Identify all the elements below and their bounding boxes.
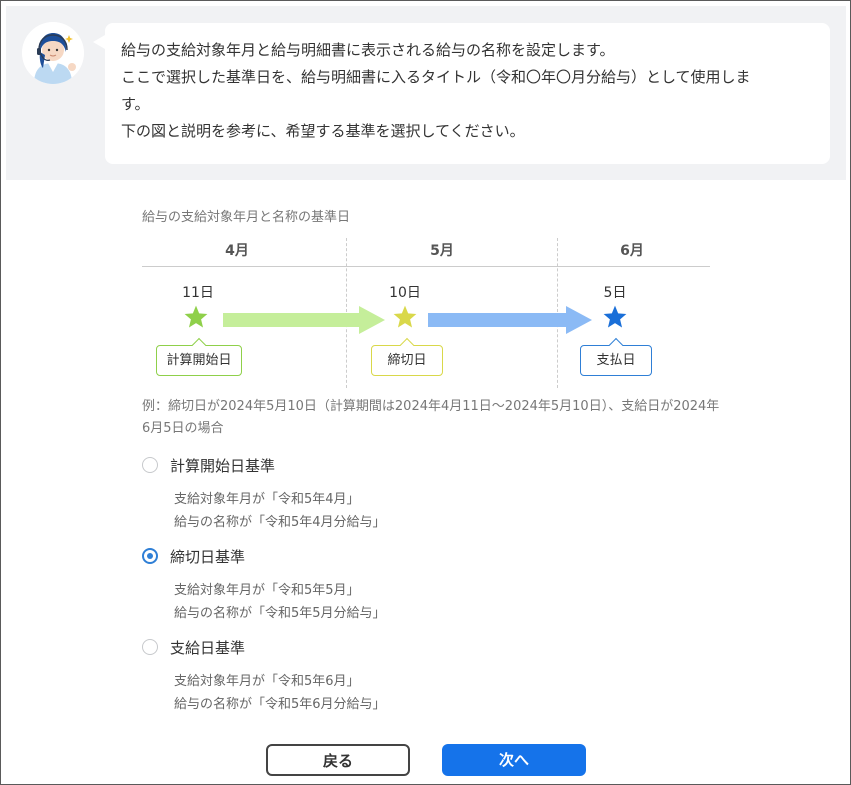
option-detail: 支給対象年月が「令和5年4月」 給与の名称が「令和5年4月分給与」 (174, 488, 386, 534)
option-detail-line: 支給対象年月が「令和5年5月」 (174, 583, 360, 598)
option-label[interactable]: 計算開始日基準 (170, 455, 275, 476)
option-detail: 支給対象年月が「令和5年5月」 給与の名称が「令和5年5月分給与」 (174, 579, 386, 625)
day-label-cutoff: 10日 (389, 285, 421, 301)
option-detail-line: 給与の名称が「令和5年6月分給与」 (174, 697, 386, 712)
instruction-text: 給与の支給対象年月と給与明細書に表示される給与の名称を設定します。 ここで選択し… (121, 37, 815, 145)
cutoff-star-icon (393, 305, 417, 328)
month-label-may: 5月 (430, 243, 454, 259)
option-detail-line: 給与の名称が「令和5年4月分給与」 (174, 515, 386, 530)
day-label-payday: 5日 (603, 285, 627, 301)
radio-payday[interactable] (142, 639, 158, 655)
option-detail: 支給対象年月が「令和5年6月」 給与の名称が「令和5年6月分給与」 (174, 670, 386, 716)
example-text: 例：締切日が2024年5月10日（計算期間は2024年4月11日〜2024年5月… (142, 399, 720, 436)
day-label-start: 11日 (182, 285, 214, 301)
month-label-june: 6月 (620, 243, 644, 259)
calc-start-star-icon (184, 305, 208, 328)
next-button[interactable]: 次へ (442, 744, 586, 776)
support-avatar-icon (22, 22, 84, 84)
radio-cutoff[interactable] (142, 548, 158, 564)
timeline-diagram: 給与の支給対象年月と名称の基準日 4月 5月 6月 11日 10日 5日 計算開… (142, 200, 712, 390)
option-label[interactable]: 支給日基準 (170, 637, 245, 658)
instruction-line: す。 (121, 95, 150, 113)
green-arrow-icon (223, 306, 385, 334)
radio-calc-start[interactable] (142, 457, 158, 473)
month-label-april: 4月 (225, 243, 249, 259)
instruction-line: 給与の支給対象年月と給与明細書に表示される給与の名称を設定します。 (121, 41, 615, 59)
option-detail-line: 給与の名称が「令和5年5月分給与」 (174, 606, 386, 621)
option-label[interactable]: 締切日基準 (170, 546, 245, 567)
option-detail-line: 支給対象年月が「令和5年4月」 (174, 492, 360, 507)
diagram-title: 給与の支給対象年月と名称の基準日 (142, 210, 351, 225)
instruction-line: ここで選択した基準日を、給与明細書に入るタイトル（令和〇年〇月分給与）として使用… (121, 68, 751, 86)
cutoff-tag: 締切日 (371, 345, 443, 376)
back-button[interactable]: 戻る (266, 744, 410, 776)
message-bubble: 給与の支給対象年月と給与明細書に表示される給与の名称を設定します。 ここで選択し… (93, 23, 830, 164)
option-detail-line: 支給対象年月が「令和5年6月」 (174, 674, 360, 689)
payday-tag: 支払日 (580, 345, 652, 376)
calc-start-tag: 計算開始日 (156, 345, 242, 376)
instruction-line: 下の図と説明を参考に、希望する基準を選択してください。 (121, 122, 525, 140)
month-divider-line (142, 266, 710, 267)
blue-arrow-icon (428, 306, 592, 334)
payday-star-icon (603, 305, 627, 328)
